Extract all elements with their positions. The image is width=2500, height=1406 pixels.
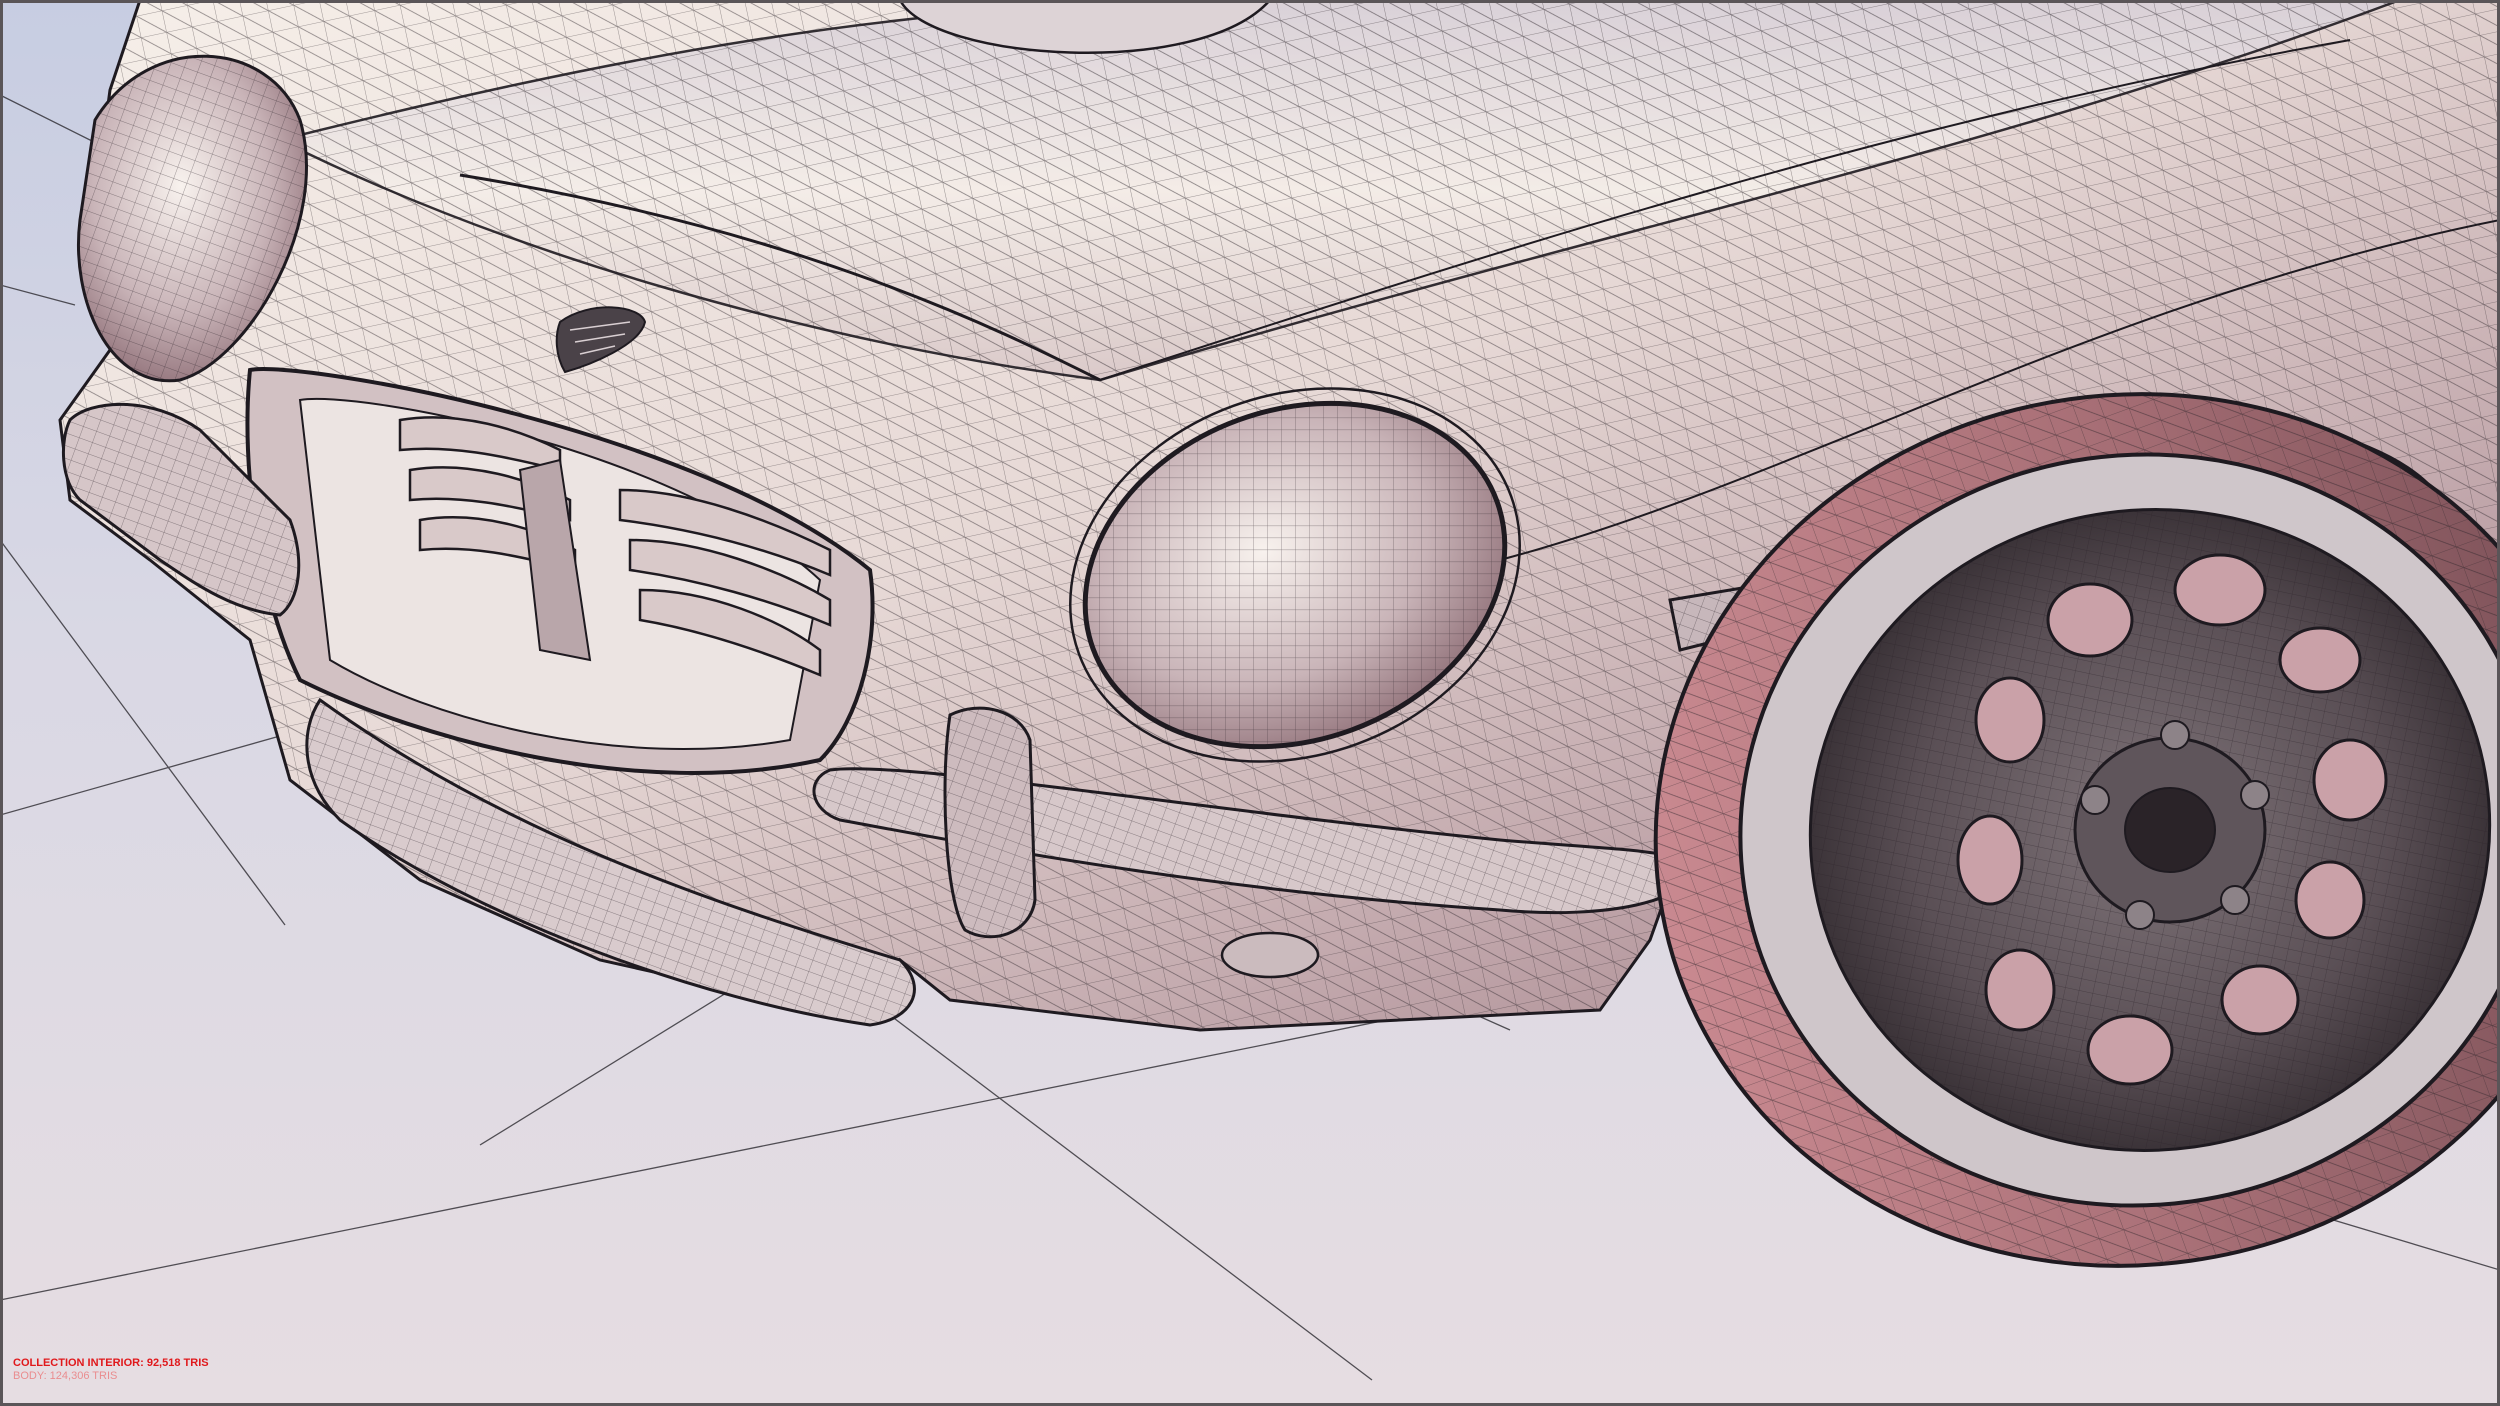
- stats-primary: COLLECTION INTERIOR: 92,518 TRIS: [13, 1357, 209, 1369]
- 3d-viewport[interactable]: COLLECTION INTERIOR: 92,518 TRIS BODY: 1…: [0, 0, 2500, 1406]
- car-model-render[interactable]: [0, 0, 2500, 1406]
- stats-secondary: BODY: 124,306 TRIS: [13, 1370, 118, 1382]
- scene-stats-overlay: COLLECTION INTERIOR: 92,518 TRIS BODY: 1…: [13, 1357, 209, 1383]
